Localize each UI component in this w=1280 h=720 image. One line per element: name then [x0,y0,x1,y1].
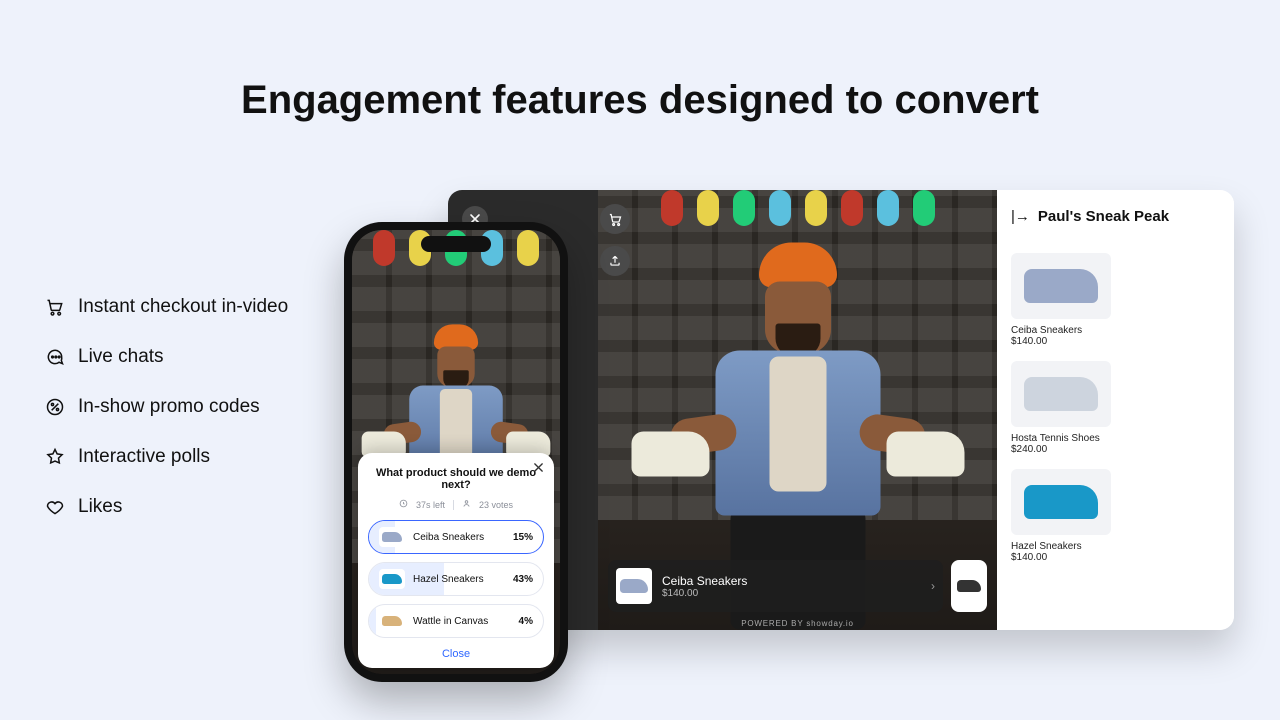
poll-option-name: Wattle in Canvas [413,616,488,627]
feature-label: Instant checkout in-video [78,296,288,318]
phone-screen[interactable]: What product should we demo next? 37s le… [352,230,560,674]
featured-product-name: Ceiba Sneakers [662,574,747,588]
user-icon [462,499,471,510]
poll-option-name: Hazel Sneakers [413,574,484,585]
cart-button[interactable] [600,204,630,234]
feature-item: Interactive polls [44,446,288,468]
poll-time-left: 37s left [416,500,445,510]
product-image [1011,253,1111,319]
feature-label: Interactive polls [78,446,210,468]
poll-option[interactable]: Wattle in Canvas 4% [368,604,544,638]
product-price: $140.00 [1011,336,1111,347]
product-image [1011,469,1111,535]
percent-icon [44,396,66,418]
poll-option-percent: 15% [513,532,533,543]
poll-option[interactable]: Ceiba Sneakers 15% [368,520,544,554]
product-price: $240.00 [1011,444,1111,455]
product-price: $140.00 [1011,552,1111,563]
next-product-chip[interactable] [951,560,987,612]
poll-option-name: Ceiba Sneakers [413,532,484,543]
product-strip: Ceiba Sneakers $140.00 › [608,560,987,612]
product-name: Hosta Tennis Shoes [1011,433,1111,444]
star-icon [44,446,66,468]
poll-option-thumb [379,611,405,631]
poll-card: What product should we demo next? 37s le… [358,453,554,668]
poll-option-thumb [379,527,405,547]
heart-icon [44,496,66,518]
featured-product-price: $140.00 [662,588,747,599]
feature-item: Instant checkout in-video [44,296,288,318]
chat-icon [44,346,66,368]
poll-option[interactable]: Hazel Sneakers 43% [368,562,544,596]
clock-icon [399,499,408,510]
sidebar-product[interactable]: Ceiba Sneakers$140.00 [1011,253,1111,347]
sidebar-product[interactable]: Hosta Tennis Shoes$240.00 [1011,361,1111,455]
poll-meta: 37s left 23 votes [368,499,544,510]
expand-icon[interactable]: |→ [1011,208,1030,225]
product-name: Hazel Sneakers [1011,541,1111,552]
poll-option-thumb [379,569,405,589]
product-thumb [616,568,652,604]
product-name: Ceiba Sneakers [1011,325,1111,336]
poll-close-x[interactable] [533,461,544,476]
poll-votes: 23 votes [479,500,513,510]
page-headline: Engagement features designed to convert [0,78,1280,123]
phone-mockup: What product should we demo next? 37s le… [344,222,568,682]
featured-product-chip[interactable]: Ceiba Sneakers $140.00 › [608,560,943,612]
feature-item: Live chats [44,346,288,368]
cart-icon [44,296,66,318]
feature-item: Likes [44,496,288,518]
powered-by-label: POWERED BY showday.io [598,619,997,628]
feature-label: In-show promo codes [78,396,260,418]
poll-option-percent: 4% [519,616,533,627]
video-area[interactable]: Ceiba Sneakers $140.00 › POWERED BY show… [598,190,997,630]
poll-close-button[interactable]: Close [368,646,544,660]
feature-list: Instant checkout in-video Live chats In-sh… [44,296,288,518]
feature-item: In-show promo codes [44,396,288,418]
poll-question: What product should we demo next? [368,467,544,491]
feature-label: Live chats [78,346,164,368]
sidebar-product[interactable]: Hazel Sneakers$140.00 [1011,469,1111,563]
chevron-right-icon: › [931,579,935,593]
product-sidebar: |→ Paul's Sneak Peak Ceiba Sneakers$140.… [997,190,1234,630]
feature-label: Likes [78,496,122,518]
poll-option-percent: 43% [513,574,533,585]
product-image [1011,361,1111,427]
share-button[interactable] [600,246,630,276]
stream-title: Paul's Sneak Peak [1038,208,1169,225]
